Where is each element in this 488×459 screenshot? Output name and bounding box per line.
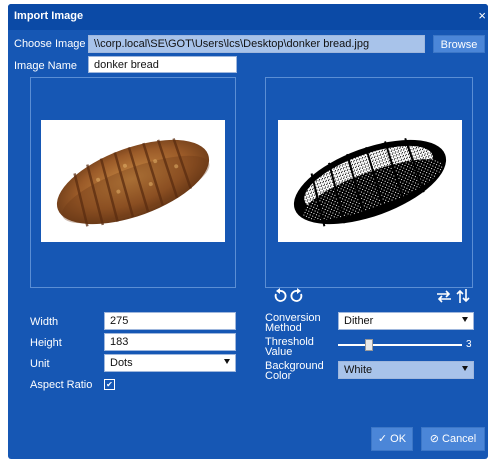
image-name-label: Image Name [14,60,77,72]
bread-photo-icon [56,138,210,227]
aspect-ratio-checkbox[interactable]: ✔ [104,379,115,390]
ok-button[interactable]: ✓ OK [371,427,413,451]
background-color-select[interactable]: White [338,361,474,379]
conversion-method-value: Dither [344,315,374,327]
chevron-down-icon [462,366,468,371]
flip-vertical-icon[interactable] [455,288,471,304]
original-image [41,120,225,242]
conversion-method-select[interactable]: Dither [338,312,474,330]
width-label: Width [30,316,59,328]
converted-preview-panel [265,77,473,288]
close-icon[interactable]: × [478,8,486,23]
image-name-input[interactable]: donker bread [88,56,237,73]
threshold-value: 3 [466,339,472,350]
conversion-method-label: Conversion Method [265,312,321,334]
background-color-value: White [344,364,373,376]
browse-button[interactable]: Browse [433,35,485,53]
threshold-slider-handle[interactable] [365,339,373,351]
dialog-title: Import Image [14,10,84,22]
unit-select-value: Dots [110,357,133,369]
rotate-left-icon[interactable] [272,288,288,304]
choose-image-label: Choose Image [14,38,86,50]
unit-label: Unit [30,358,50,370]
background-color-label: Background Color [265,360,324,382]
dithered-bread-icon [293,138,447,227]
threshold-slider-track[interactable] [338,344,462,346]
file-path-field[interactable]: \\corp.local\SE\GOT\Users\lcs\Desktop\do… [88,35,425,53]
rotate-right-icon[interactable] [289,288,305,304]
title-bar: Import Image × [8,4,488,30]
threshold-value-label: Threshold Value [265,336,314,358]
unit-select[interactable]: Dots [104,354,236,372]
original-preview-panel [30,77,236,288]
height-input[interactable]: 183 [104,333,236,351]
converted-image [278,120,462,242]
width-input[interactable]: 275 [104,312,236,330]
import-image-dialog: Import Image × Choose Image \\corp.local… [8,4,488,459]
cancel-button[interactable]: ⊘ Cancel [421,427,485,451]
aspect-ratio-label: Aspect Ratio [30,379,93,391]
flip-horizontal-icon[interactable] [436,288,452,304]
chevron-down-icon [462,317,468,322]
chevron-down-icon [224,359,230,364]
height-label: Height [30,337,62,349]
